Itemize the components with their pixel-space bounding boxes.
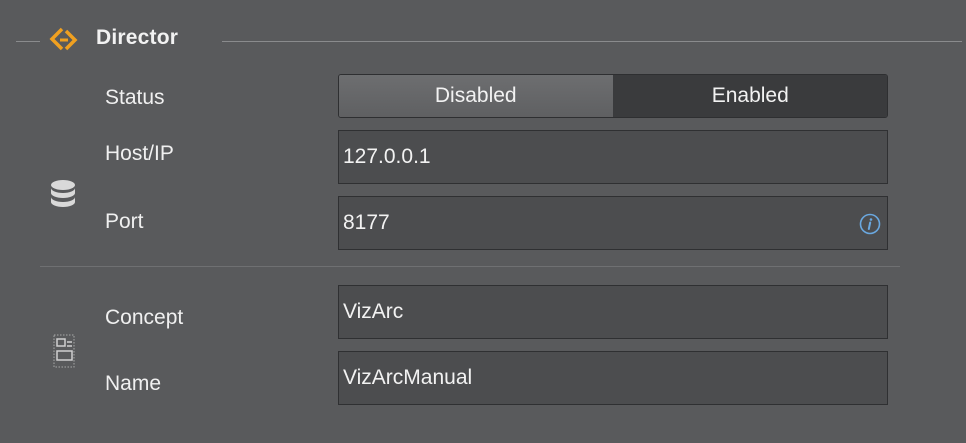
concept-icon [53, 334, 75, 368]
status-label: Status [105, 86, 165, 109]
director-settings-panel: Director Status Disabled Enabled Host/IP… [0, 0, 966, 443]
host-input[interactable]: 127.0.0.1 [338, 130, 888, 184]
director-logo-icon [49, 27, 78, 51]
concept-label: Concept [105, 306, 184, 329]
port-label: Port [105, 210, 144, 233]
port-input[interactable]: 8177 [338, 196, 888, 250]
info-icon[interactable] [859, 213, 881, 235]
section-title: Director [96, 26, 179, 49]
group-divider-right [222, 41, 962, 42]
port-value: 8177 [343, 211, 390, 234]
group-divider-left [16, 41, 40, 42]
status-disabled-option[interactable]: Disabled [339, 75, 614, 117]
name-input[interactable]: VizArcManual [338, 351, 888, 405]
host-label: Host/IP [105, 142, 174, 165]
name-label: Name [105, 372, 162, 395]
concept-input[interactable]: VizArc [338, 285, 888, 339]
status-toggle[interactable]: Disabled Enabled [338, 74, 888, 118]
status-enabled-option[interactable]: Enabled [613, 75, 887, 117]
section-divider [40, 266, 900, 267]
database-icon [51, 180, 75, 207]
